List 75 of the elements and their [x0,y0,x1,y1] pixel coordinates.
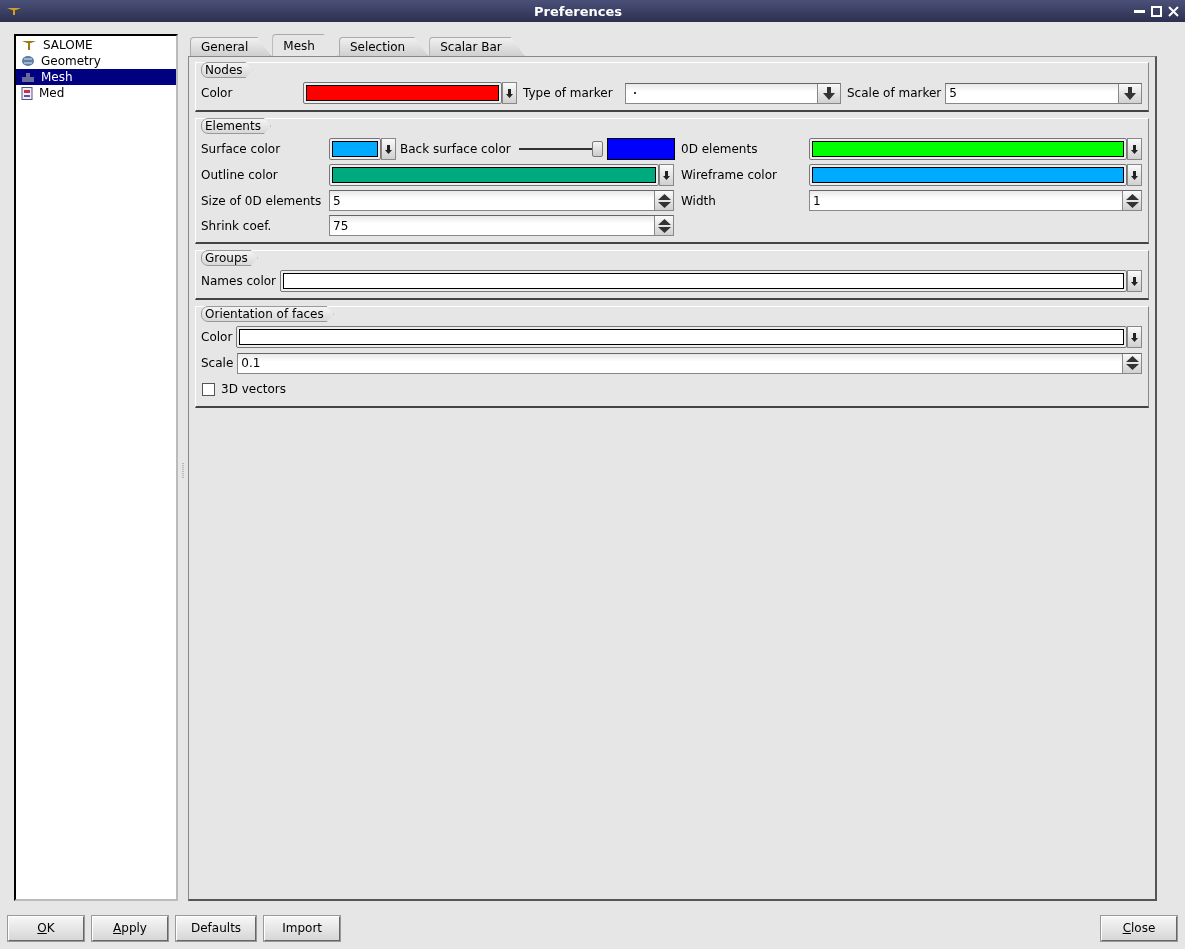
arrow-down-icon [823,86,835,100]
arrow-down-icon [1131,170,1138,180]
dialog-button[interactable]: Import [264,915,341,941]
tab[interactable]: Selection [338,37,429,56]
value-field[interactable]: 5 [330,191,654,210]
checkbox[interactable] [202,382,215,396]
globe-icon [21,55,35,67]
arrow-down-icon [506,88,513,98]
tree-item[interactable]: SALOME [16,37,176,53]
spin-arrows-icon [1125,356,1139,370]
field-label: Type of marker [523,86,614,100]
spin-arrows-icon [657,193,671,208]
dialog-button[interactable]: OK [8,915,84,941]
field-label: Wireframe color [680,168,778,182]
maximize-icon[interactable] [1151,5,1162,17]
group-title: Nodes [201,62,253,78]
field-label: Names color [201,274,277,288]
color-picker-button[interactable] [280,270,1142,292]
field-label: 0D elements [680,142,759,156]
dropdown-field[interactable]: 5 [945,82,1142,104]
field-label: Surface color [201,142,282,156]
field-label: Scale [201,356,234,370]
dropdown-field[interactable] [625,82,841,104]
tree-item[interactable]: Mesh [16,69,176,85]
window-title: Preferences [533,3,623,19]
point-marker-icon [634,92,636,94]
dialog-button[interactable]: Defaults [176,915,257,941]
tab[interactable]: Mesh [272,34,338,56]
field-label: Outline color [201,168,279,182]
value-field[interactable]: 75 [330,216,654,235]
close-icon[interactable] [1168,5,1179,17]
field-label: Color [201,330,233,344]
tree-item[interactable]: Med [16,85,176,101]
slider-thumb[interactable] [591,141,603,157]
color-picker-button[interactable] [236,326,1142,348]
tab[interactable]: Scalar Bar [429,37,525,56]
checkbox-label[interactable]: 3D vectors [221,382,286,396]
field-label: Size of 0D elements [201,193,323,208]
spin-arrows-icon [657,218,671,233]
spin-box[interactable]: 75 [329,215,674,236]
close-button[interactable]: Close [1101,915,1177,941]
group-title: Groups [201,250,258,266]
color-picker-button[interactable] [329,164,674,186]
mesh-blocks-icon [21,71,35,83]
group-title: Orientation of faces [201,306,334,322]
arrow-down-icon [663,170,670,180]
arrow-down-icon [1131,332,1138,342]
arrow-down-icon [1131,276,1138,286]
lamp-icon [21,39,37,51]
value-field[interactable]: 5 [946,83,1118,103]
spin-box[interactable]: 5 [329,190,674,211]
spin-box[interactable]: 1 [809,190,1142,211]
slider[interactable] [518,141,603,157]
tree-item[interactable]: Geometry [16,53,176,69]
splitter-handle-icon[interactable] [182,462,184,479]
field-label: Color [201,86,234,100]
arrow-down-icon [1124,86,1136,100]
color-picker-button[interactable] [809,138,1142,160]
group-title: Elements [201,118,271,134]
field-label: Scale of marker [847,86,942,100]
color-picker-button[interactable] [809,164,1142,186]
document-icon [21,86,33,100]
color-swatch[interactable] [606,138,675,160]
dialog-button[interactable]: Apply [92,915,168,941]
arrow-down-icon [1131,144,1138,154]
arrow-down-icon [385,144,392,154]
field-label: Back surface color [400,142,511,156]
value-field[interactable]: 1 [810,191,1122,210]
color-picker-button[interactable] [303,82,517,104]
lamp-icon [6,6,22,16]
field-label: Shrink coef. [201,218,273,233]
color-picker-button[interactable] [329,138,396,160]
field-label: Width [680,193,717,208]
spin-arrows-icon [1125,193,1139,208]
tab[interactable]: General [190,37,272,56]
